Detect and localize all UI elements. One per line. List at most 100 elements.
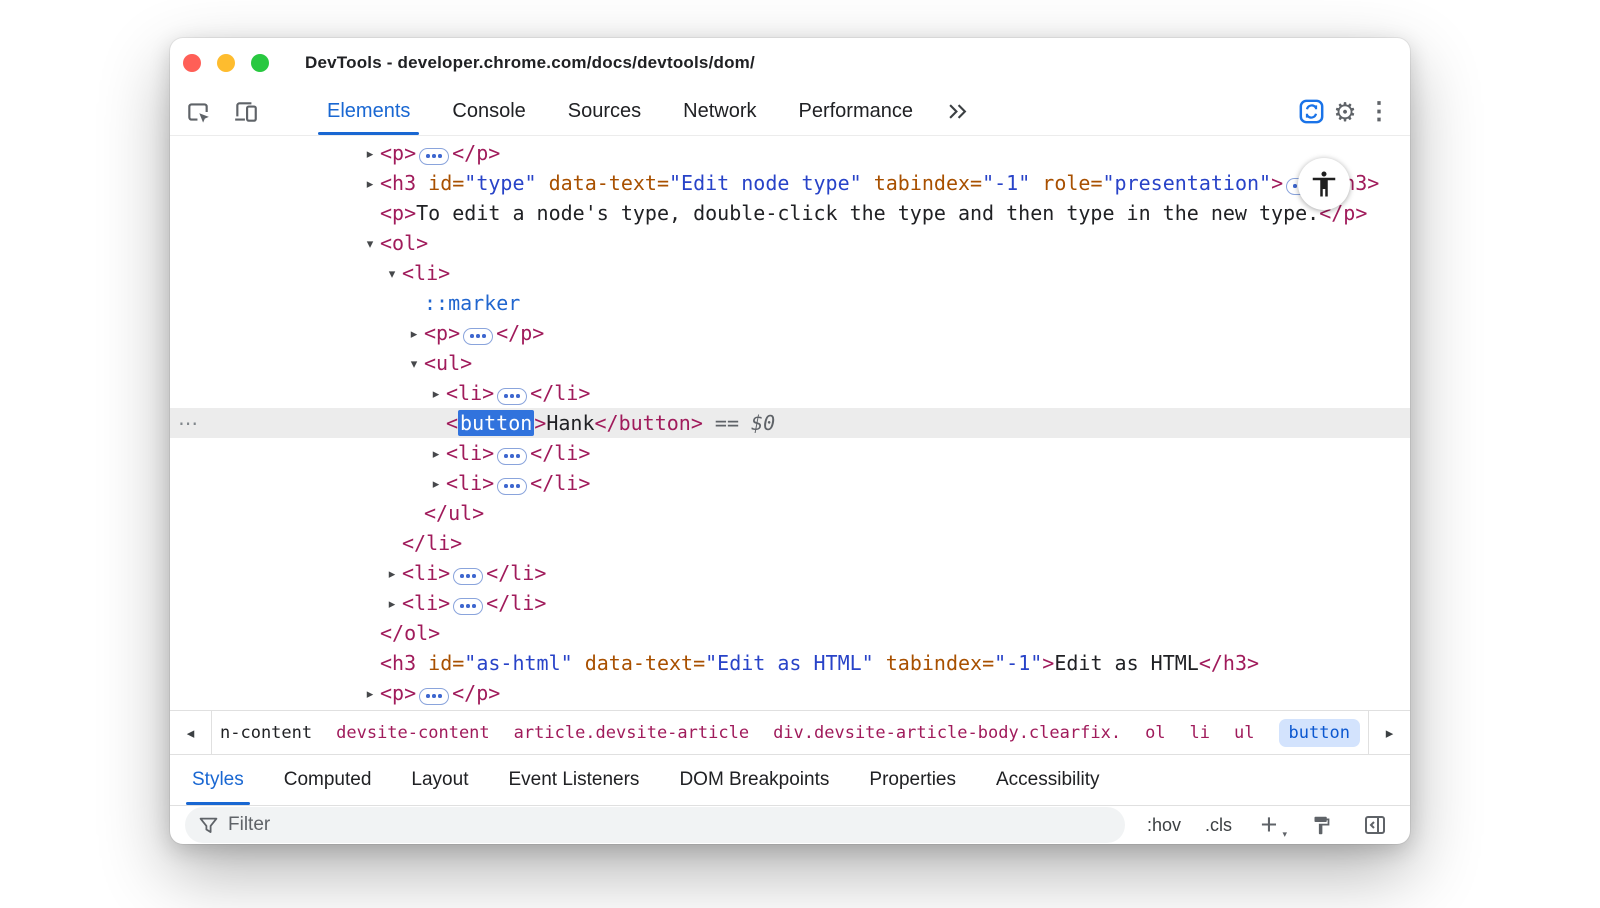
dom-tree-row[interactable]: ▸<li></li> <box>170 438 1410 468</box>
tab-event-listeners[interactable]: Event Listeners <box>488 755 659 805</box>
collapse-arrow-icon[interactable]: ▾ <box>360 230 380 260</box>
panel-tab-strip: ElementsConsoleSourcesNetworkPerformance <box>306 88 934 135</box>
code-attr: role= <box>1030 171 1102 195</box>
dom-tree-row[interactable]: </ol> <box>170 618 1410 648</box>
tab-layout[interactable]: Layout <box>391 755 488 805</box>
breadcrumb-scroll-right-icon[interactable]: ▸ <box>1368 711 1410 754</box>
inline-expand-icon[interactable] <box>419 688 449 705</box>
dom-tree-row[interactable]: ▾<li> <box>170 258 1410 288</box>
accessibility-cursor-icon <box>1298 158 1350 210</box>
styles-tab-strip: StylesComputedLayoutEvent ListenersDOM B… <box>170 755 1119 805</box>
row-options-icon[interactable]: ⋯ <box>178 408 199 438</box>
code-tag: <p> <box>380 201 416 225</box>
tab-console[interactable]: Console <box>431 88 546 135</box>
toolbar: ElementsConsoleSourcesNetworkPerformance… <box>170 88 1410 136</box>
dom-tree-row[interactable]: ▸<li></li> <box>170 378 1410 408</box>
inline-expand-icon[interactable] <box>497 448 527 465</box>
expand-arrow-icon[interactable]: ▸ <box>360 140 380 170</box>
sync-icon[interactable] <box>1294 95 1328 129</box>
breadcrumb-item-li[interactable]: li <box>1190 723 1210 743</box>
minimize-button[interactable] <box>217 54 235 72</box>
breadcrumb-item-n-content[interactable]: n-content <box>220 723 312 743</box>
kebab-menu-icon[interactable]: ⋮ <box>1362 95 1396 129</box>
code-tag: </li> <box>530 471 590 495</box>
tab-network[interactable]: Network <box>662 88 777 135</box>
breadcrumb-item-div-devsite-article-body-clearfix[interactable]: div.devsite-article-body.clearfix. <box>773 723 1121 743</box>
breadcrumb-item-ul[interactable]: ul <box>1234 723 1254 743</box>
pseudo-state-button[interactable]: :hov <box>1145 811 1183 840</box>
breadcrumb-item-ol[interactable]: ol <box>1145 723 1165 743</box>
tab-styles[interactable]: Styles <box>172 755 264 805</box>
expand-arrow-icon[interactable]: ▸ <box>404 320 424 350</box>
breadcrumb-item-button[interactable]: button <box>1279 719 1360 747</box>
dom-tree-row[interactable]: ▾<ol> <box>170 228 1410 258</box>
close-button[interactable] <box>183 54 201 72</box>
tab-dom-breakpoints[interactable]: DOM Breakpoints <box>659 755 849 805</box>
expand-arrow-icon[interactable]: ▸ <box>382 590 402 620</box>
code-tag: </li> <box>402 531 462 555</box>
expand-arrow-icon[interactable]: ▸ <box>382 560 402 590</box>
toggle-sidebar-icon[interactable] <box>1358 808 1392 842</box>
breadcrumb-scroll-left-icon[interactable]: ◂ <box>170 711 212 754</box>
settings-gear-icon[interactable]: ⚙ <box>1328 95 1362 129</box>
paint-icon[interactable] <box>1304 808 1338 842</box>
dom-tree-row[interactable]: ▸<li></li> <box>170 558 1410 588</box>
code-tag: <h3 <box>380 651 428 675</box>
collapse-arrow-icon[interactable]: ▾ <box>382 260 402 290</box>
code-tag: > <box>1271 171 1283 195</box>
expand-arrow-icon[interactable]: ▸ <box>360 170 380 200</box>
inline-expand-icon[interactable] <box>497 388 527 405</box>
expand-arrow-icon[interactable]: ▸ <box>360 680 380 710</box>
dom-tree-row[interactable]: ▸<li></li> <box>170 468 1410 498</box>
more-tabs-icon[interactable] <box>940 95 974 129</box>
inline-expand-icon[interactable] <box>497 478 527 495</box>
breadcrumb-bar: ◂ n-content devsite-content article.devsit… <box>170 710 1410 755</box>
device-toolbar-icon[interactable] <box>229 95 263 129</box>
code-val: "as-html" <box>464 651 572 675</box>
zoom-button[interactable] <box>251 54 269 72</box>
expand-arrow-icon[interactable]: ▸ <box>426 440 446 470</box>
tab-computed[interactable]: Computed <box>264 755 392 805</box>
filter-pill <box>185 807 1125 843</box>
dom-tree-row[interactable]: ▸<p></p> <box>170 138 1410 168</box>
inline-expand-icon[interactable] <box>419 148 449 165</box>
code-eq: == <box>703 411 751 435</box>
styles-filter-input[interactable] <box>228 814 1111 836</box>
code-val: "type" <box>464 171 536 195</box>
code-tag: </li> <box>530 381 590 405</box>
dom-tree-row[interactable]: ▸<h3 id="type" data-text="Edit node type… <box>170 168 1410 198</box>
breadcrumb-item-devsite-content[interactable]: devsite-content <box>336 723 490 743</box>
inline-expand-icon[interactable] <box>453 598 483 615</box>
desktop: DevTools - developer.chrome.com/docs/dev… <box>0 0 1600 908</box>
styles-toolbar: :hov .cls + ▾ <box>170 806 1410 844</box>
code-txt: Hank <box>546 411 594 435</box>
dom-tree-row[interactable]: <p>To edit a node's type, double-click t… <box>170 198 1410 228</box>
dom-tree-row[interactable]: ▸<p></p> <box>170 678 1410 708</box>
tab-sources[interactable]: Sources <box>547 88 662 135</box>
code-attr: tabindex= <box>874 651 994 675</box>
breadcrumb-item-article-devsite-article[interactable]: article.devsite-article <box>514 723 749 743</box>
class-toggle-button[interactable]: .cls <box>1203 811 1234 840</box>
dom-tree-row[interactable]: ::marker <box>170 288 1410 318</box>
collapse-arrow-icon[interactable]: ▾ <box>404 350 424 380</box>
dom-tree-row[interactable]: </li> <box>170 528 1410 558</box>
dom-tree: ▸<p></p>▸<h3 id="type" data-text="Edit n… <box>170 136 1410 710</box>
dom-tree-row[interactable]: ▸<p></p> <box>170 318 1410 348</box>
tab-elements[interactable]: Elements <box>306 88 431 135</box>
expand-arrow-icon[interactable]: ▸ <box>426 470 446 500</box>
inspect-element-icon[interactable] <box>181 95 215 129</box>
tab-performance[interactable]: Performance <box>778 88 935 135</box>
new-style-rule-button[interactable]: + ▾ <box>1254 807 1284 843</box>
dom-tree-row[interactable]: <h3 id="as-html" data-text="Edit as HTML… <box>170 648 1410 678</box>
code-tag: </ul> <box>424 501 484 525</box>
dom-tree-row[interactable]: ⋯<button>Hank</button> == $0 <box>170 408 1410 438</box>
tab-properties[interactable]: Properties <box>849 755 976 805</box>
inline-expand-icon[interactable] <box>463 328 493 345</box>
tab-accessibility[interactable]: Accessibility <box>976 755 1119 805</box>
dom-tree-row[interactable]: </ul> <box>170 498 1410 528</box>
inline-expand-icon[interactable] <box>453 568 483 585</box>
code-val: "-1" <box>994 651 1042 675</box>
expand-arrow-icon[interactable]: ▸ <box>426 380 446 410</box>
dom-tree-row[interactable]: ▾<ul> <box>170 348 1410 378</box>
dom-tree-row[interactable]: ▸<li></li> <box>170 588 1410 618</box>
